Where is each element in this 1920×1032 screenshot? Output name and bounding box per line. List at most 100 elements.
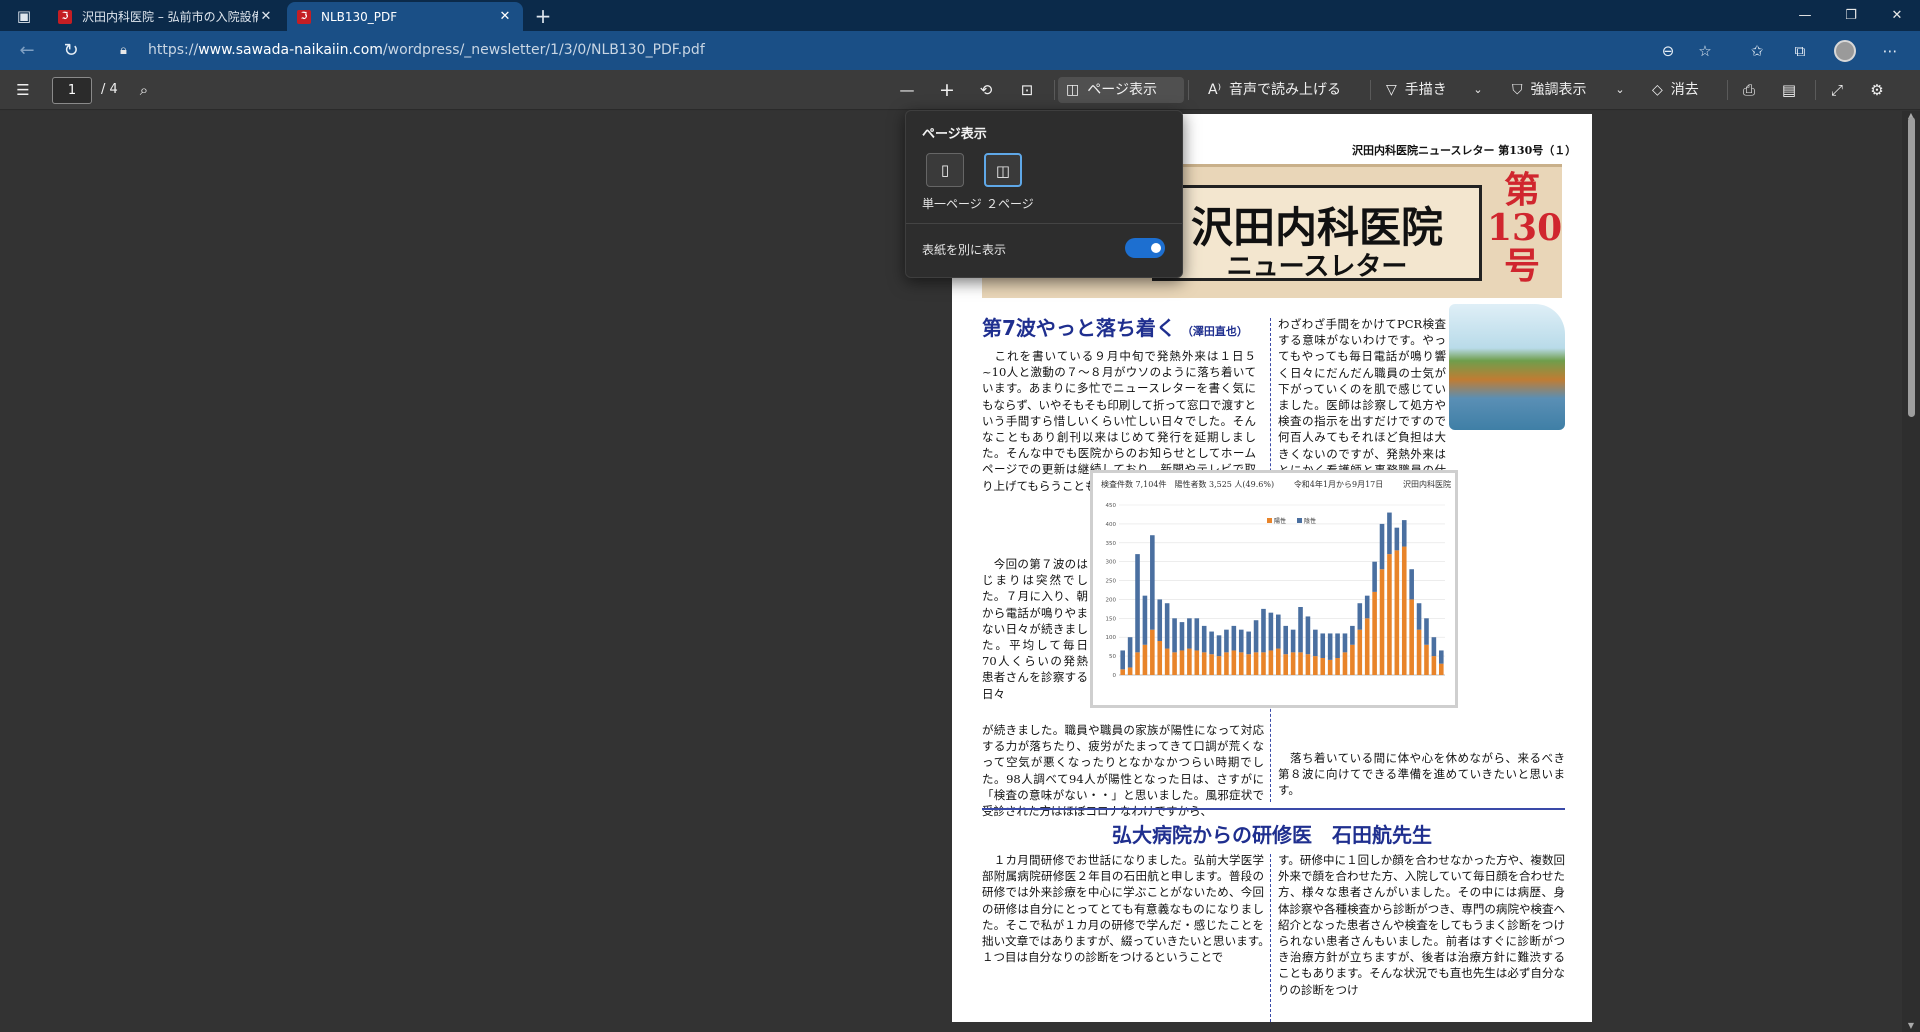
page-number-input[interactable]: 1 <box>52 77 92 104</box>
bar-negative <box>1364 595 1370 619</box>
pdf-favicon-icon: ℑ <box>58 9 72 24</box>
y-tick-label: 350 <box>1106 541 1117 547</box>
close-tab-icon[interactable]: ✕ <box>497 9 513 24</box>
bar-positive <box>1357 629 1363 675</box>
read-aloud-button[interactable]: A⁾ 音声で読み上げる <box>1200 77 1349 103</box>
toolbar-divider <box>1054 80 1055 100</box>
bar-negative <box>1350 625 1355 645</box>
headline: 第7波やっと落ち着く （澤田直也） <box>982 312 1248 341</box>
bar-positive <box>1201 652 1207 675</box>
tab-actions-icon[interactable]: ▣ <box>14 6 34 26</box>
bar-negative <box>1438 650 1444 664</box>
section2-right-text: す。研修中に１回しか顔を合わせなかった方や、複数回外来で顔を合わせた方、入院して… <box>1278 853 1565 997</box>
fit-page-icon[interactable]: ⊡ <box>1016 78 1038 102</box>
bar-negative <box>1305 616 1311 655</box>
section2-left-text: １カ月間研修でお世話になりました。弘前大学医学部附属病院研修医２年目の石田航と申… <box>982 853 1310 965</box>
page-view-button[interactable]: ◫ ページ表示 <box>1058 77 1184 103</box>
scroll-thumb[interactable] <box>1908 117 1915 417</box>
page-view-popup: ページ表示 ▯ 単一ページ ◫ ２ページ 表紙を別に表示 <box>905 110 1183 278</box>
bar-positive <box>1127 667 1133 675</box>
popup-title: ページ表示 <box>922 127 987 142</box>
y-tick-label: 400 <box>1106 522 1117 528</box>
save-icon[interactable]: ▤ <box>1778 78 1800 102</box>
zoom-out-icon[interactable]: — <box>896 78 918 102</box>
draw-options-chevron-icon[interactable]: ⌄ <box>1470 78 1486 102</box>
bar-positive <box>1342 652 1348 675</box>
url-prefix: https:// <box>148 42 199 58</box>
toolbar-divider <box>1370 80 1371 100</box>
bar-positive <box>1335 658 1340 675</box>
bar-negative <box>1424 618 1429 645</box>
bar-negative <box>1394 527 1400 551</box>
more-menu-icon[interactable]: ⋯ <box>1880 41 1900 61</box>
fullscreen-icon[interactable]: ⤢ <box>1826 78 1848 102</box>
bar-positive <box>1209 654 1214 675</box>
issue-line: 沢田内科医院ニュースレター 第130号（１） <box>1352 144 1577 157</box>
two-page-option[interactable]: ◫ <box>984 153 1022 187</box>
draw-button[interactable]: ▽ 手描き <box>1378 77 1455 103</box>
bar-positive <box>1194 650 1200 675</box>
vertical-scrollbar[interactable]: ▲ ▼ <box>1902 111 1920 1032</box>
restore-icon[interactable]: ❐ <box>1828 4 1874 28</box>
cover-toggle[interactable] <box>1125 238 1165 258</box>
chart-header: 検査件数 7,104件 陽性者数 3,525 人(49.6%) 令和4年1月から… <box>1101 479 1451 490</box>
bar-positive <box>1424 644 1429 675</box>
settings-gear-icon[interactable]: ⚙ <box>1866 78 1888 102</box>
two-page-icon: ◫ <box>995 162 1011 180</box>
zoom-in-icon[interactable]: + <box>936 78 958 102</box>
legend-label-negative: 陰性 <box>1304 517 1316 525</box>
minimize-icon[interactable]: — <box>1782 4 1828 28</box>
close-tab-icon[interactable]: ✕ <box>258 9 274 24</box>
url-field[interactable]: 🔒︎ https://www.sawada-naikaiin.com/wordp… <box>112 35 1732 66</box>
rotate-icon[interactable]: ⟲ <box>975 78 997 102</box>
search-icon[interactable]: ⌕ <box>134 78 154 102</box>
new-tab-icon[interactable]: + <box>533 6 553 26</box>
bar-positive <box>1416 629 1422 675</box>
close-window-icon[interactable]: ✕ <box>1874 4 1920 28</box>
bar-negative <box>1253 620 1259 653</box>
single-page-option[interactable]: ▯ <box>926 153 964 187</box>
single-page-icon: ▯ <box>940 161 950 179</box>
page-view-icon: ◫ <box>1066 82 1080 98</box>
highlight-button[interactable]: ⛉ 強調表示 <box>1504 77 1595 103</box>
bar-negative <box>1416 603 1422 630</box>
print-icon[interactable]: ⎙ <box>1738 78 1760 102</box>
bar-positive <box>1246 654 1251 675</box>
refresh-icon[interactable]: ↻ <box>60 40 82 62</box>
bar-positive <box>1438 663 1444 675</box>
chart-header-left: 検査件数 7,104件 陽性者数 3,525 人(49.6%) <box>1101 480 1275 489</box>
bar-positive <box>1320 658 1326 675</box>
zoom-icon[interactable]: ⊖ <box>1658 41 1678 61</box>
profile-avatar[interactable] <box>1834 40 1856 62</box>
legend-swatch-negative <box>1297 518 1302 523</box>
bar-negative <box>1409 569 1414 600</box>
add-favorite-icon[interactable]: ☆ <box>1695 41 1715 61</box>
bar-positive <box>1157 641 1163 675</box>
bar-negative <box>1231 625 1237 651</box>
y-tick-label: 200 <box>1106 597 1117 603</box>
highlight-options-chevron-icon[interactable]: ⌄ <box>1612 78 1628 102</box>
bar-positive <box>1350 644 1355 675</box>
bar-negative <box>1120 650 1126 670</box>
tab-nlb130-pdf[interactable]: ℑ NLB130_PDF ✕ <box>287 2 523 31</box>
bar-negative <box>1179 622 1185 651</box>
erase-button[interactable]: ◇ 消去 <box>1644 77 1707 103</box>
bar-negative <box>1298 607 1303 653</box>
bar-negative <box>1387 512 1392 555</box>
page-total: / 4 <box>101 82 118 97</box>
legend-swatch-positive <box>1267 518 1272 523</box>
tab-sawada-homepage[interactable]: ℑ 沢田内科医院 – 弘前市の入院設備 ✕ <box>48 2 284 31</box>
read-aloud-icon: A⁾ <box>1208 82 1222 98</box>
bar-positive <box>1401 546 1407 675</box>
chart-plot: 0 50 100 150 200 250 300 350 400 450 陽性 陰性 <box>1106 503 1445 679</box>
favorites-icon[interactable]: ✩ <box>1747 41 1767 61</box>
collections-icon[interactable]: ⧉ <box>1790 41 1810 61</box>
column-divider <box>1270 854 1271 1022</box>
draw-label: 手描き <box>1404 82 1447 98</box>
bar-positive <box>1387 554 1392 675</box>
bar-negative <box>1127 637 1133 668</box>
contents-icon[interactable]: ☰ <box>13 78 33 102</box>
back-icon[interactable]: ← <box>16 40 38 62</box>
scroll-down-arrow-icon[interactable]: ▼ <box>1906 1021 1916 1030</box>
bar-positive <box>1120 669 1126 675</box>
